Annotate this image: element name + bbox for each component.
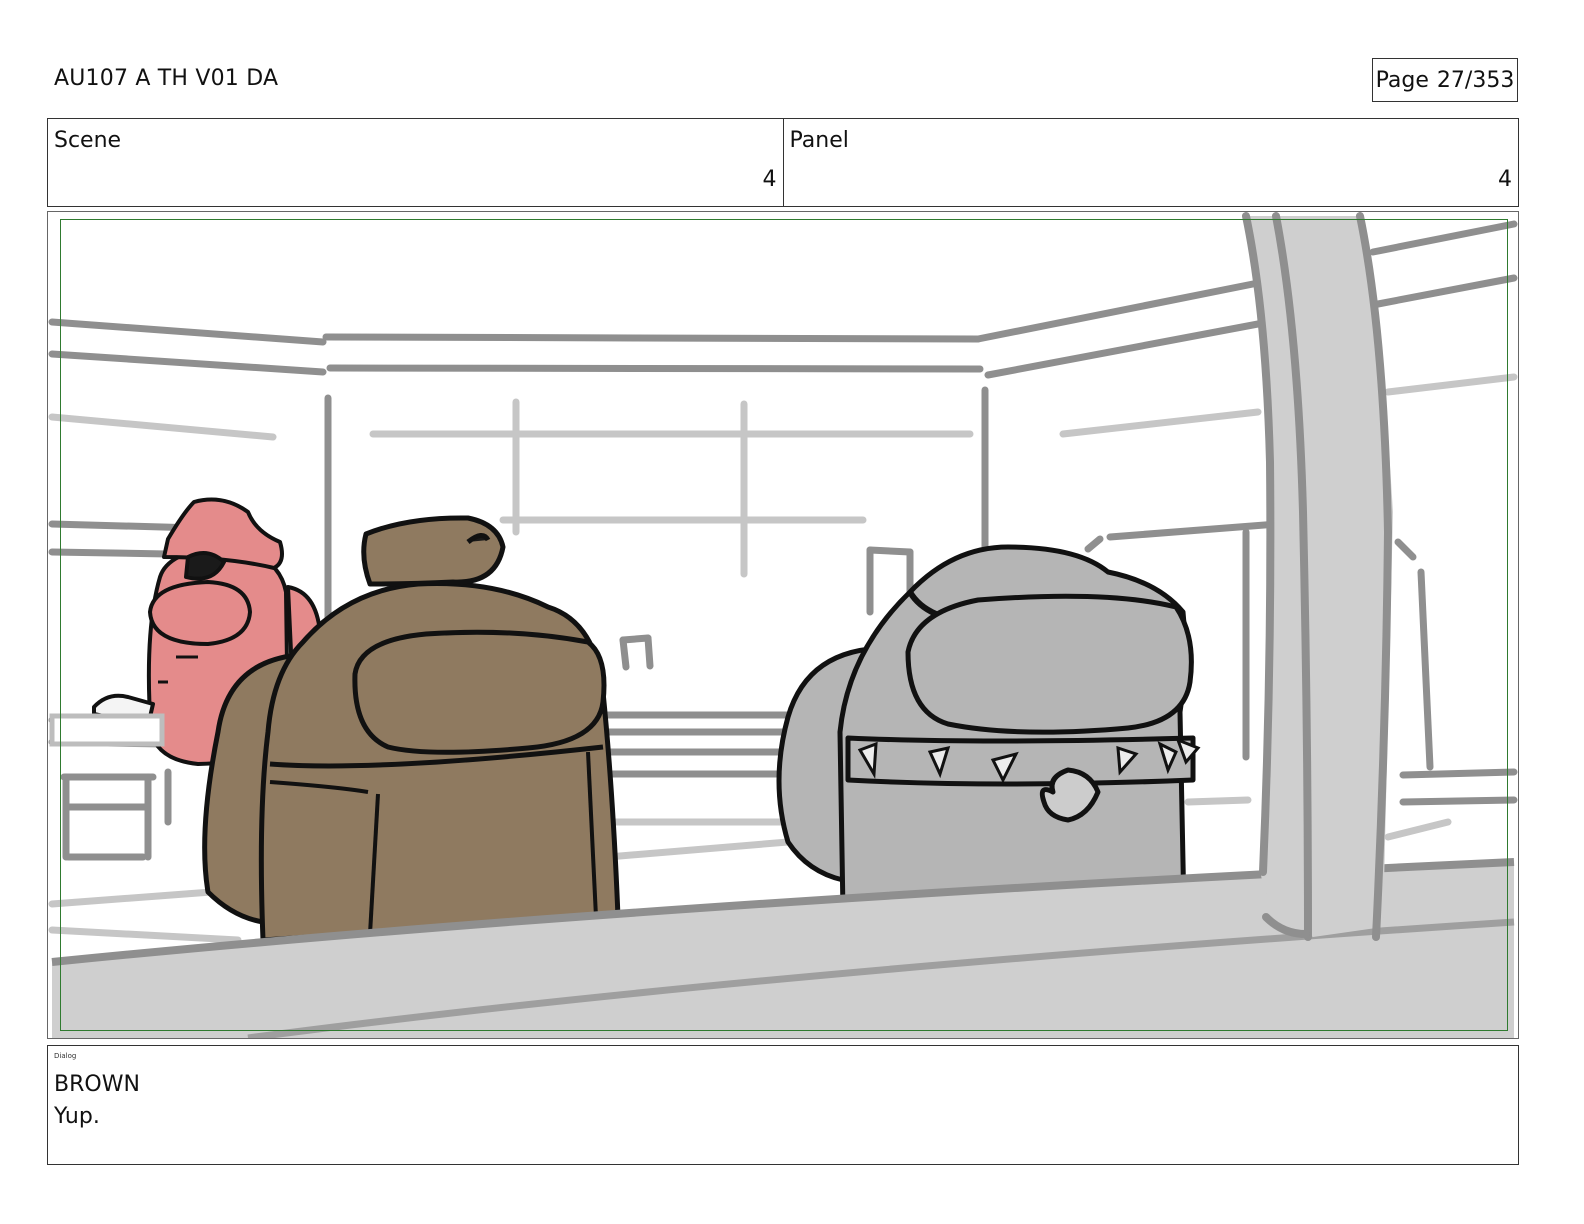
storyboard-drawing — [48, 212, 1518, 1038]
dialog-line: Yup. — [54, 1104, 100, 1129]
page-indicator: Page 27/353 — [1372, 58, 1518, 102]
scene-number: 4 — [762, 167, 777, 192]
scene-cell: Scene 4 — [48, 119, 783, 206]
scene-label: Scene — [54, 128, 122, 153]
page-label: Page — [1375, 68, 1429, 93]
panel-label: Panel — [789, 128, 849, 153]
panel-cell: Panel 4 — [782, 119, 1519, 206]
page-number: 27/353 — [1436, 68, 1515, 93]
scene-panel-info: Scene 4 Panel 4 — [47, 118, 1519, 207]
dialog-box: Dialog BROWN Yup. — [47, 1045, 1519, 1165]
dialog-tag: Dialog — [54, 1052, 77, 1060]
storyboard-panel — [47, 211, 1519, 1039]
foreground-pillar — [1242, 212, 1393, 941]
panel-number: 4 — [1498, 167, 1512, 192]
document-title: AU107 A TH V01 DA — [54, 66, 279, 91]
dialog-speaker: BROWN — [54, 1072, 140, 1097]
pink-desk — [49, 713, 165, 747]
